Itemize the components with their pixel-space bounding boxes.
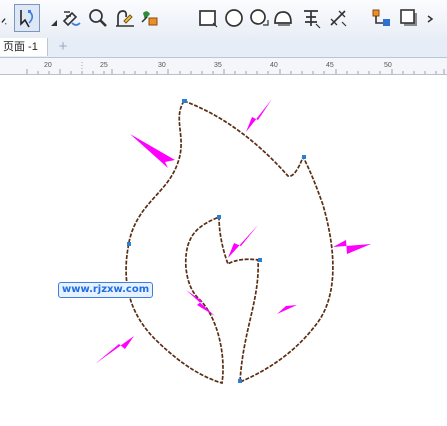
drawing-canvas[interactable]: www.rjzxw.com (0, 75, 447, 426)
ruler-label: 40 (270, 62, 278, 69)
shape-tool-icon (20, 10, 34, 28)
add-page-icon[interactable]: + (56, 38, 70, 56)
dimension-tool[interactable] (325, 4, 351, 32)
drop-shadow-tool[interactable] (396, 4, 422, 32)
toolbox (0, 0, 447, 39)
ruler-label: 35 (214, 62, 222, 69)
freehand-tool-icon (116, 10, 134, 27)
dimension-tool-icon (330, 10, 347, 27)
freehand-tool[interactable] (111, 4, 137, 32)
connector-tool-icon (372, 9, 390, 26)
path-node[interactable] (182, 99, 187, 103)
zoom-tool[interactable] (85, 4, 111, 32)
chevron-right-icon (427, 15, 434, 23)
ruler-label: 30 (158, 62, 166, 69)
magenta-arrow (333, 240, 371, 254)
path-node[interactable] (258, 258, 262, 262)
more-tools[interactable] (424, 4, 440, 32)
text-tool-icon (304, 10, 321, 29)
path-node[interactable] (127, 242, 131, 246)
connector-tool[interactable] (368, 4, 394, 32)
ruler-label: 25 (100, 62, 108, 69)
pick-tool[interactable] (0, 4, 14, 32)
ruler-label: 45 (326, 62, 334, 69)
polygon-tool-icon (250, 9, 269, 26)
magenta-arrow (186, 290, 215, 316)
flame-outer-outline[interactable] (125, 99, 334, 385)
smart-fill-tool-icon (141, 11, 158, 26)
page-tabs-bar: 页面 -1 + (0, 38, 447, 58)
smear-tool[interactable] (58, 4, 84, 32)
magenta-arrow (246, 99, 272, 132)
horizontal-ruler[interactable]: 20 25 30 35 40 45 50 (0, 58, 447, 75)
pick-tool-icon (1, 18, 7, 25)
smear-tool-icon (62, 11, 81, 27)
page-tab-1[interactable]: 页面 -1 (0, 38, 48, 56)
rectangle-tool-icon (199, 10, 218, 28)
shape-tool[interactable] (14, 4, 40, 32)
drop-shadow-tool-icon (400, 9, 417, 26)
ruler-label: 50 (384, 62, 392, 69)
magenta-arrow (130, 134, 175, 168)
path-node[interactable] (217, 215, 221, 219)
text-tool[interactable] (298, 4, 324, 32)
zoom-tool-icon (89, 9, 107, 27)
ellipse-tool[interactable] (221, 4, 247, 32)
magenta-arrow (277, 305, 297, 314)
path-node[interactable] (238, 379, 242, 383)
smart-fill-tool[interactable] (136, 4, 162, 32)
ruler-label: 20 (44, 62, 52, 69)
ellipse-tool-icon (225, 9, 243, 27)
polygon-tool[interactable] (246, 4, 272, 32)
rectangle-tool[interactable] (195, 4, 221, 32)
magenta-arrow (228, 225, 258, 258)
basic-shapes-tool-icon (274, 11, 292, 26)
path-node[interactable] (302, 155, 306, 159)
basic-shapes-tool[interactable] (270, 4, 296, 32)
watermark-logo: www.rjzxw.com (58, 282, 154, 298)
magenta-arrow (95, 336, 134, 364)
